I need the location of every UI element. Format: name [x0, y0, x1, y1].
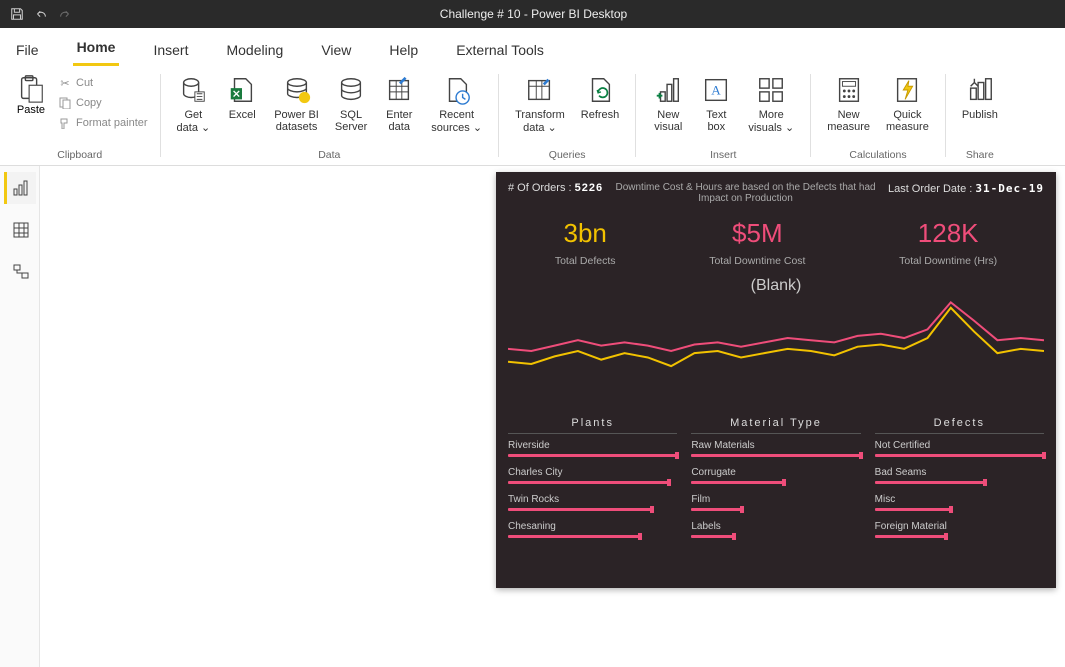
undo-icon[interactable]: [34, 7, 48, 21]
group-share: Publish Share: [946, 66, 1014, 165]
tab-view[interactable]: View: [317, 34, 355, 66]
save-icon[interactable]: [10, 7, 24, 21]
get-data-icon: [177, 74, 209, 106]
view-sidebar: [0, 166, 40, 667]
list-item[interactable]: Chesaning: [508, 521, 677, 538]
tab-insert[interactable]: Insert: [149, 34, 192, 66]
list-item[interactable]: Charles City: [508, 467, 677, 484]
publish-icon: [964, 74, 996, 106]
new-visual-button[interactable]: New visual: [644, 70, 692, 137]
window-title: Challenge # 10 - Power BI Desktop: [82, 7, 985, 21]
material-list: Material Type Raw MaterialsCorrugateFilm…: [691, 417, 860, 548]
menu-tabs: File Home Insert Modeling View Help Exte…: [0, 28, 1065, 66]
sql-icon: [335, 74, 367, 106]
group-label-clipboard: Clipboard: [57, 149, 102, 163]
group-calculations: New measure Quick measure Calculations: [811, 66, 945, 165]
enter-data-icon: [383, 74, 415, 106]
list-item[interactable]: Bad Seams: [875, 467, 1044, 484]
dashboard-visual[interactable]: # Of Orders : 5226 Downtime Cost & Hours…: [496, 172, 1056, 588]
data-view-button[interactable]: [4, 214, 36, 246]
new-measure-icon: [833, 74, 865, 106]
list-item[interactable]: Labels: [691, 521, 860, 538]
group-label-insert: Insert: [710, 149, 736, 163]
excel-button[interactable]: Excel: [218, 70, 266, 125]
more-visuals-icon: [755, 74, 787, 106]
orders-count: # Of Orders : 5226: [508, 182, 603, 194]
sql-server-button[interactable]: SQL Server: [327, 70, 375, 137]
copy-button[interactable]: Copy: [54, 94, 152, 112]
text-box-icon: A: [700, 74, 732, 106]
tab-modeling[interactable]: Modeling: [222, 34, 287, 66]
group-label-calc: Calculations: [849, 149, 906, 163]
excel-icon: [226, 74, 258, 106]
list-item[interactable]: Corrugate: [691, 467, 860, 484]
publish-button[interactable]: Publish: [954, 70, 1006, 125]
pbi-datasets-button[interactable]: Power BI datasets: [266, 70, 327, 137]
recent-icon: [441, 74, 473, 106]
report-canvas[interactable]: # Of Orders : 5226 Downtime Cost & Hours…: [40, 166, 1065, 667]
plants-list: Plants RiversideCharles CityTwin RocksCh…: [508, 417, 677, 548]
list-item[interactable]: Twin Rocks: [508, 494, 677, 511]
list-item[interactable]: Raw Materials: [691, 440, 860, 457]
kpi-downtime-cost: $5MTotal Downtime Cost: [709, 218, 805, 267]
kpi-total-defects: 3bnTotal Defects: [555, 218, 616, 267]
copy-icon: [58, 96, 72, 110]
redo-icon[interactable]: [58, 7, 72, 21]
group-data: Get data ⌄ Excel Power BI datasets SQL S…: [161, 66, 499, 165]
format-painter-icon: [58, 116, 72, 130]
chart-title: (Blank): [508, 277, 1044, 295]
get-data-button[interactable]: Get data ⌄: [169, 70, 219, 138]
datasets-icon: [281, 74, 313, 106]
line-chart: [508, 297, 1044, 407]
tab-file[interactable]: File: [12, 34, 43, 66]
more-visuals-button[interactable]: More visuals ⌄: [740, 70, 802, 138]
transform-data-button[interactable]: Transform data ⌄: [507, 70, 573, 138]
quick-measure-icon: [891, 74, 923, 106]
text-box-button[interactable]: AText box: [692, 70, 740, 137]
svg-text:A: A: [712, 83, 722, 98]
defects-list: Defects Not CertifiedBad SeamsMiscForeig…: [875, 417, 1044, 548]
list-item[interactable]: Misc: [875, 494, 1044, 511]
ribbon: Paste ✂Cut Copy Format painter Clipboard…: [0, 66, 1065, 166]
cut-icon: ✂: [58, 76, 72, 90]
new-visual-icon: [652, 74, 684, 106]
report-view-button[interactable]: [4, 172, 36, 204]
group-clipboard: Paste ✂Cut Copy Format painter Clipboard: [0, 66, 160, 165]
group-label-data: Data: [318, 149, 340, 163]
refresh-icon: [584, 74, 616, 106]
transform-icon: [524, 74, 556, 106]
list-item[interactable]: Foreign Material: [875, 521, 1044, 538]
dashboard-note: Downtime Cost & Hours are based on the D…: [603, 182, 888, 204]
group-label-queries: Queries: [549, 149, 586, 163]
format-painter-button[interactable]: Format painter: [54, 114, 152, 132]
paste-icon[interactable]: [16, 74, 46, 104]
recent-sources-button[interactable]: Recent sources ⌄: [423, 70, 490, 138]
quick-measure-button[interactable]: Quick measure: [878, 70, 937, 137]
enter-data-button[interactable]: Enter data: [375, 70, 423, 137]
group-queries: Transform data ⌄ Refresh Queries: [499, 66, 635, 165]
paste-label[interactable]: Paste: [17, 104, 45, 116]
tab-help[interactable]: Help: [385, 34, 422, 66]
list-item[interactable]: Film: [691, 494, 860, 511]
tab-external-tools[interactable]: External Tools: [452, 34, 548, 66]
new-measure-button[interactable]: New measure: [819, 70, 878, 137]
model-view-button[interactable]: [4, 256, 36, 288]
list-item[interactable]: Not Certified: [875, 440, 1044, 457]
group-label-share: Share: [966, 149, 994, 163]
cut-button[interactable]: ✂Cut: [54, 74, 152, 92]
refresh-button[interactable]: Refresh: [573, 70, 628, 125]
last-order-date: Last Order Date : 31-Dec-19: [888, 182, 1044, 195]
tab-home[interactable]: Home: [73, 31, 120, 66]
group-insert: New visual AText box More visuals ⌄ Inse…: [636, 66, 810, 165]
titlebar: Challenge # 10 - Power BI Desktop: [0, 0, 1065, 28]
list-item[interactable]: Riverside: [508, 440, 677, 457]
kpi-downtime-hrs: 128KTotal Downtime (Hrs): [899, 218, 997, 267]
